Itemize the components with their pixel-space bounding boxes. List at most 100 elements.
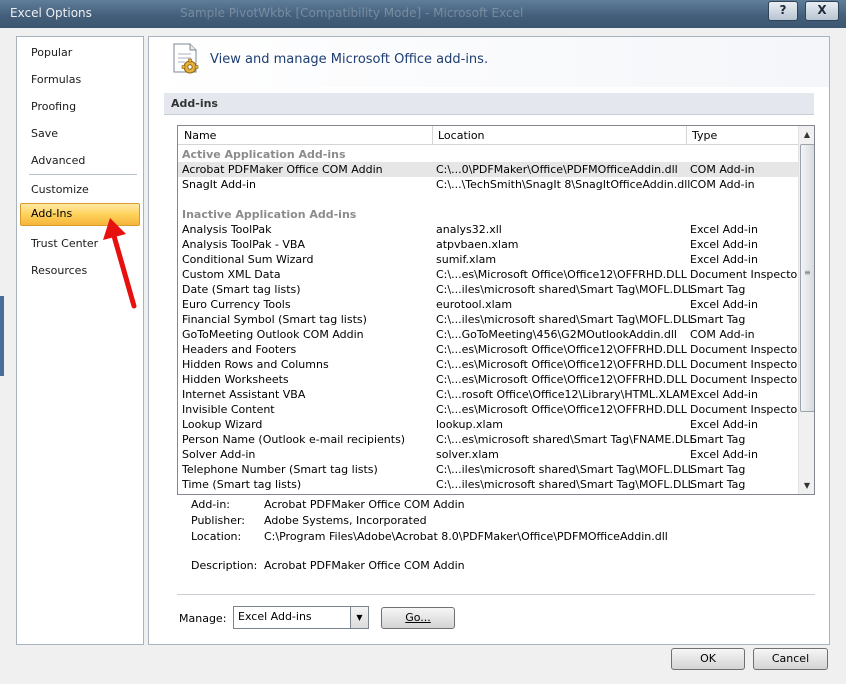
cell-location: C:\...es\Microsoft Office\Office12\OFFRH… [436,403,687,416]
cell-location: C:\...es\microsoft shared\Smart Tag\FNAM… [436,433,696,446]
table-row[interactable]: Analysis ToolPak analys32.xll Excel Add-… [178,222,798,237]
table-row[interactable]: GoToMeeting Outlook COM Addin C:\...GoTo… [178,327,798,342]
cell-type: COM Add-in [690,328,755,341]
go-button[interactable]: Go... [381,607,455,629]
cell-location: C:\...0\PDFMaker\Office\PDFMOfficeAddin.… [436,163,678,176]
cell-location: analys32.xll [436,223,502,236]
nav-item-formulas[interactable]: Formulas [31,73,81,86]
manage-dropdown[interactable]: Excel Add-ins ▼ [233,606,369,629]
nav-item-trust-center[interactable]: Trust Center [31,237,98,250]
scroll-up-arrow-icon[interactable]: ▲ [799,126,814,143]
column-header-location[interactable]: Location [438,129,485,142]
cell-location: C:\...es\Microsoft Office\Office12\OFFRH… [436,358,687,371]
ok-button[interactable]: OK [671,648,745,670]
cell-name: Euro Currency Tools [182,298,291,311]
column-divider[interactable] [432,126,433,144]
list-scrollbar[interactable]: ▲ ≡ ▼ [798,126,814,494]
cell-type: Document Inspector [690,373,802,386]
cell-type: Excel Add-in [690,388,758,401]
list-header: Name Location Type [178,126,798,145]
manage-dropdown-value: Excel Add-ins [238,610,312,623]
detail-description-label: Description: [191,559,258,572]
cell-type: Excel Add-in [690,223,758,236]
column-header-type[interactable]: Type [692,129,717,142]
close-button[interactable]: X [805,1,839,21]
background-window-title: Sample PivotWkbk [Compatibility Mode] - … [180,6,524,20]
detail-publisher-value: Adobe Systems, Incorporated [264,514,427,527]
cell-type: Document Inspector [690,268,802,281]
table-row[interactable]: Custom XML Data C:\...es\Microsoft Offic… [178,267,802,282]
detail-addin-value: Acrobat PDFMaker Office COM Addin [264,498,465,511]
cell-name: Hidden Rows and Columns [182,358,329,371]
background-window-edge [0,296,4,376]
table-row[interactable]: Financial Symbol (Smart tag lists) C:\..… [178,312,798,327]
table-row[interactable]: Euro Currency Tools eurotool.xlam Excel … [178,297,798,312]
cell-type: Excel Add-in [690,298,758,311]
table-row[interactable]: Time (Smart tag lists) C:\...iles\micros… [178,477,798,492]
cell-location: solver.xlam [436,448,499,461]
table-row[interactable]: Person Name (Outlook e-mail recipients) … [178,432,798,447]
cell-location: C:\...iles\microsoft shared\Smart Tag\MO… [436,463,694,476]
scroll-thumb[interactable]: ≡ [800,144,814,412]
table-row[interactable]: Lookup Wizard lookup.xlam Excel Add-in [178,417,798,432]
cell-name: GoToMeeting Outlook COM Addin [182,328,364,341]
page-heading: View and manage Microsoft Office add-ins… [210,52,489,67]
detail-addin-label: Add-in: [191,498,230,511]
table-row[interactable]: Invisible Content C:\...es\Microsoft Off… [178,402,802,417]
table-row[interactable]: Headers and Footers C:\...es\Microsoft O… [178,342,802,357]
nav-item-proofing[interactable]: Proofing [31,100,76,113]
table-row[interactable]: Date (Smart tag lists) C:\...iles\micros… [178,282,798,297]
cell-location: C:\...iles\microsoft shared\Smart Tag\MO… [436,478,694,491]
table-row[interactable]: Hidden Rows and Columns C:\...es\Microso… [178,357,802,372]
cell-type: Excel Add-in [690,253,758,266]
nav-item-save[interactable]: Save [31,127,58,140]
table-row[interactable]: Telephone Number (Smart tag lists) C:\..… [178,462,798,477]
nav-item-resources[interactable]: Resources [31,264,87,277]
cell-type: Excel Add-in [690,238,758,251]
table-row[interactable]: Internet Assistant VBA C:\...rosoft Offi… [178,387,798,402]
cell-name: Hidden Worksheets [182,373,289,386]
cell-type: Document Inspector [690,358,802,371]
cell-name: Headers and Footers [182,343,297,356]
nav-separator [29,174,137,175]
cell-name: Invisible Content [182,403,275,416]
cell-location: C:\...es\Microsoft Office\Office12\OFFRH… [436,373,687,386]
table-row[interactable]: Solver Add-in solver.xlam Excel Add-in [178,447,798,462]
nav-item-advanced[interactable]: Advanced [31,154,85,167]
cell-location: C:\...es\Microsoft Office\Office12\OFFRH… [436,343,687,356]
cell-name: Person Name (Outlook e-mail recipients) [182,433,406,446]
nav-item-customize[interactable]: Customize [31,183,89,196]
group-label-active: Active Application Add-ins [182,148,346,161]
cell-type: Smart Tag [690,283,746,296]
chevron-down-icon[interactable]: ▼ [350,607,368,628]
cell-name: Custom XML Data [182,268,281,281]
cell-type: Document Inspector [690,403,802,416]
group-label-inactive: Inactive Application Add-ins [182,208,357,221]
cell-location: C:\...iles\microsoft shared\Smart Tag\MO… [436,283,694,296]
cell-type: Smart Tag [690,313,746,326]
table-row[interactable]: Acrobat PDFMaker Office COM Addin C:\...… [178,162,798,177]
cell-location: lookup.xlam [436,418,504,431]
cell-type: COM Add-in [690,163,755,176]
table-row[interactable]: SnagIt Add-in C:\...\TechSmith\SnagIt 8\… [178,177,798,192]
cell-location: C:\...iles\microsoft shared\Smart Tag\MO… [436,313,694,326]
cell-name: Date (Smart tag lists) [182,283,301,296]
cell-name: SnagIt Add-in [182,178,257,191]
table-row[interactable]: Conditional Sum Wizard sumif.xlam Excel … [178,252,798,267]
cell-location: C:\...GoToMeeting\456\G2MOutlookAddin.dl… [436,328,677,341]
annotation-arrow-icon [103,218,137,309]
add-ins-list[interactable]: Name Location Type Active Application Ad… [177,125,815,495]
section-header: Add-ins [164,93,814,115]
scroll-down-arrow-icon[interactable]: ▼ [799,477,814,494]
column-divider[interactable] [686,126,687,144]
cancel-button[interactable]: Cancel [753,648,828,670]
column-header-name[interactable]: Name [184,129,216,142]
table-row[interactable]: Hidden Worksheets C:\...es\Microsoft Off… [178,372,802,387]
cell-location: C:\...\TechSmith\SnagIt 8\SnagItOfficeAd… [436,178,691,191]
cell-name: Financial Symbol (Smart tag lists) [182,313,367,326]
help-button[interactable]: ? [768,1,798,21]
nav-item-add-ins-label: Add-Ins [31,207,73,220]
cell-type: Smart Tag [690,478,746,491]
nav-item-popular[interactable]: Popular [31,46,72,59]
table-row[interactable]: Analysis ToolPak - VBA atpvbaen.xlam Exc… [178,237,798,252]
